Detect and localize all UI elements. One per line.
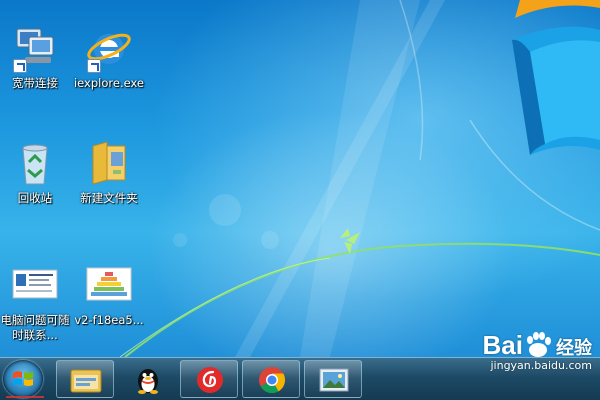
baidu-paw-icon <box>527 332 551 357</box>
start-underline <box>6 396 44 398</box>
image-file-icon <box>11 262 59 310</box>
watermark-brand: Bai <box>482 330 523 360</box>
shortcut-arrow-icon <box>13 59 27 73</box>
desktop: 宽带连接 iexplore.exe 回收站 新建文件夹 电脑问题可随时联系...… <box>0 0 600 357</box>
desktop-icon-recycle-bin[interactable]: 回收站 <box>0 140 75 206</box>
desktop-icon-label: 新建文件夹 <box>80 191 138 205</box>
watermark-suffix: 经验 <box>556 338 592 359</box>
image-file-icon <box>85 262 133 310</box>
desktop-icon-contact-image[interactable]: 电脑问题可随时联系... <box>0 262 75 343</box>
chrome-icon <box>259 367 286 394</box>
start-button[interactable] <box>3 360 43 398</box>
baidu-jingyan-watermark: Bai 经验 jingyan.baidu.com <box>483 330 592 372</box>
taskbar-qq[interactable] <box>118 360 176 398</box>
netease-cloud-music-icon <box>197 367 223 393</box>
desktop-icon-label: 宽带连接 <box>12 76 58 90</box>
folder-icon <box>85 140 133 188</box>
qq-penguin-icon <box>138 369 158 394</box>
shortcut-arrow-icon <box>87 59 101 73</box>
network-connection-icon <box>11 25 59 73</box>
recycle-bin-icon <box>11 140 59 188</box>
desktop-icon-label: 电脑问题可随时联系... <box>0 313 70 342</box>
desktop-icon-broadband[interactable]: 宽带连接 <box>0 25 75 91</box>
desktop-icon-iexplore[interactable]: iexplore.exe <box>69 25 149 91</box>
taskbar-netease-music[interactable] <box>180 360 238 398</box>
desktop-icon-v2-image[interactable]: v2-f18ea5... <box>69 262 149 328</box>
taskbar-file-explorer[interactable] <box>56 360 114 398</box>
file-explorer-icon <box>70 369 102 393</box>
internet-explorer-icon <box>85 25 133 73</box>
desktop-icon-label: 回收站 <box>17 191 53 205</box>
taskbar-photo-viewer[interactable] <box>304 360 362 398</box>
taskbar-chrome[interactable] <box>242 360 300 398</box>
watermark-url: jingyan.baidu.com <box>490 359 592 372</box>
desktop-icon-label: iexplore.exe <box>73 76 144 90</box>
windows-logo-icon <box>13 371 33 386</box>
photo-viewer-icon <box>319 368 349 392</box>
desktop-icon-label: v2-f18ea5... <box>74 313 144 327</box>
desktop-icon-new-folder[interactable]: 新建文件夹 <box>69 140 149 206</box>
